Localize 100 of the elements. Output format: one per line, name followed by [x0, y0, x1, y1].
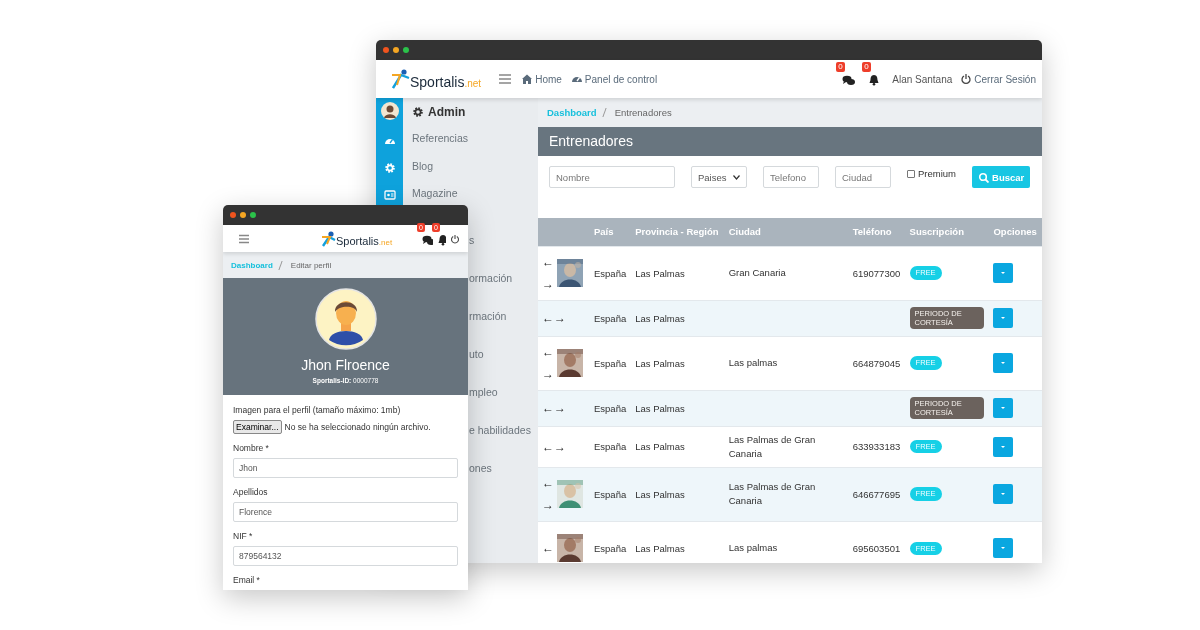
options-button[interactable] [993, 398, 1014, 418]
browse-button[interactable]: Examinar... [233, 420, 282, 434]
arrow-glyph[interactable]: ← [542, 440, 554, 453]
chat-icon[interactable] [842, 74, 857, 86]
table-header-cell [538, 218, 590, 246]
city-field[interactable]: Ciudad [835, 166, 891, 188]
sidebar-item[interactable]: uto [469, 343, 484, 364]
name-field[interactable]: Nombre [549, 166, 675, 188]
logo-text: Sportalis [336, 235, 379, 247]
table-cell: 646677695 [848, 467, 906, 521]
table-cell: Las Palmas [631, 390, 725, 426]
window-dot[interactable] [383, 47, 389, 53]
power-icon [960, 73, 973, 85]
table-cell: Gran Canaria [724, 246, 849, 300]
table-cell: 633933183 [848, 426, 906, 467]
chat-icon[interactable] [422, 233, 433, 246]
arrow-glyph[interactable]: ← [542, 256, 554, 268]
arrow-glyph[interactable]: ← [542, 477, 554, 489]
table-cell: Las Palmas [631, 467, 725, 521]
table-cell: 619077300 [848, 246, 906, 300]
phone-field[interactable]: Telefono [763, 166, 819, 188]
table-cell: España [590, 246, 632, 300]
sidebar-item[interactable]: s [469, 229, 475, 250]
table-cell: Las Palmas [631, 426, 725, 467]
sidebar-item[interactable]: mpleo [469, 381, 498, 402]
table-cell: Las Palmas de Gran Canaria [724, 426, 849, 467]
options-button[interactable] [993, 263, 1014, 283]
input-field[interactable]: Florence [233, 502, 458, 522]
field-label: Email * [233, 575, 261, 585]
nav-link[interactable]: Home [521, 73, 562, 85]
count-badge: 0 [836, 62, 845, 72]
arrow-glyph[interactable]: → [542, 499, 554, 511]
table-cell: España [590, 467, 632, 521]
arrow-glyph[interactable]: → [542, 368, 554, 380]
options-button[interactable] [993, 436, 1014, 457]
column-header: Ciudad [724, 218, 849, 246]
input-field[interactable]: 879564132 [233, 546, 458, 566]
window-dot[interactable] [403, 47, 409, 53]
breadcrumb-current: Editar perfil [290, 260, 332, 270]
options-button[interactable] [993, 353, 1014, 373]
arrow-glyph[interactable]: ← [542, 402, 554, 414]
window-dot[interactable] [230, 212, 236, 218]
breadcrumb-current: Entrenadores [614, 107, 672, 118]
sidebar-item[interactable]: rmación [469, 305, 507, 326]
column-header: Suscripción [905, 218, 990, 246]
sidebar-item[interactable]: Magazine [412, 180, 458, 208]
options-button[interactable] [993, 308, 1014, 328]
arrow-glyph[interactable]: ← [542, 542, 554, 555]
sidebar-title: Admin [428, 105, 466, 119]
options-button[interactable] [993, 538, 1014, 559]
table-cell: Las Palmas [631, 336, 725, 390]
field-label: Apellidos [233, 487, 269, 497]
logo-text: Sportalis [410, 75, 465, 89]
nav-link[interactable]: Panel de control [570, 73, 658, 85]
house-icon [521, 73, 534, 85]
sidebar-item[interactable]: e habilidades [469, 419, 531, 440]
sidebar-item[interactable]: Blog [412, 152, 433, 180]
gear-icon [412, 106, 424, 118]
menu-icon[interactable] [498, 73, 513, 85]
menu-icon[interactable] [238, 233, 250, 244]
table-cell: Las Palmas [631, 521, 725, 563]
table-cell: Las Palmas de Gran Canaria [724, 467, 849, 521]
window-dot[interactable] [393, 47, 399, 53]
table-cell: Las palmas [724, 521, 849, 563]
runner-icon [322, 230, 336, 247]
column-header: Provincia - Región [631, 218, 725, 246]
profile-name: Jhon Flroence [301, 357, 390, 373]
arrow-glyph[interactable]: → [554, 440, 566, 453]
window-dot[interactable] [250, 212, 256, 218]
sidebar-item[interactable]: Referencias [412, 125, 469, 153]
avatar[interactable] [380, 102, 399, 120]
table-cell: Las palmas [724, 336, 849, 390]
id-card-icon[interactable] [383, 189, 396, 201]
options-button[interactable] [993, 484, 1014, 504]
count-badge: 0 [862, 62, 871, 72]
page-title: Entrenadores [538, 127, 1042, 156]
table-cell: España [590, 300, 632, 336]
bell-icon[interactable] [868, 74, 881, 86]
avatar [314, 288, 377, 350]
country-select[interactable]: Paises [691, 166, 747, 188]
logout-link[interactable]: Cerrar Sesión [960, 73, 1036, 85]
table-cell: Las Palmas [631, 246, 725, 300]
arrow-glyph[interactable]: ← [542, 312, 554, 324]
table-cell: 664879045 [848, 336, 906, 390]
bell-icon[interactable] [437, 233, 446, 246]
input-field[interactable]: Jhon [233, 458, 458, 478]
arrow-glyph[interactable]: ← [542, 346, 554, 358]
gear-icon[interactable] [383, 162, 396, 174]
sidebar-item[interactable]: ormación [469, 267, 513, 288]
field-label: Imagen para el perfil (tamaño máximo: 1mb) [233, 405, 402, 415]
arrow-glyph[interactable]: → [554, 402, 566, 414]
arrow-glyph[interactable]: → [542, 278, 554, 290]
arrow-glyph[interactable]: → [554, 312, 566, 324]
file-status: No se ha seleccionado ningún archivo. [284, 422, 431, 432]
table-cell: España [590, 336, 632, 390]
power-icon[interactable] [450, 233, 460, 244]
checkbox[interactable] [907, 169, 915, 178]
window-dot[interactable] [240, 212, 246, 218]
table-cell: 695603501 [848, 521, 906, 563]
sidebar-item[interactable]: ones [469, 457, 492, 478]
